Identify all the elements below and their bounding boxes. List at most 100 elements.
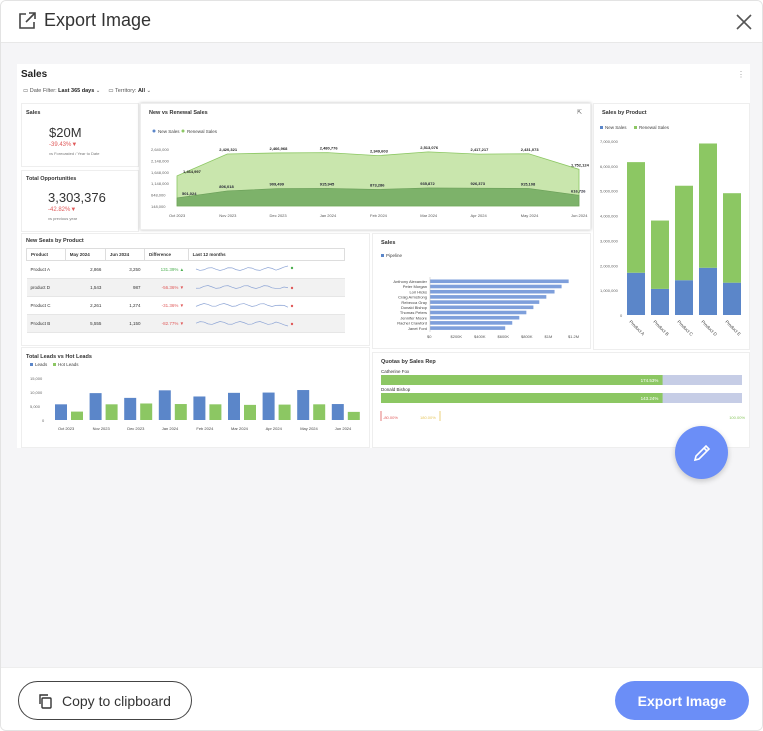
cell-product: Product A	[26, 260, 66, 279]
y-tick-label: 2,640,000	[151, 147, 170, 152]
sparkline	[195, 321, 294, 327]
cell-sparkline	[188, 296, 345, 315]
legend-swatch	[53, 363, 56, 366]
bar-leads	[124, 397, 137, 420]
data-label: 501,024	[182, 191, 197, 196]
kebab-icon: ⋮	[737, 70, 745, 79]
close-icon[interactable]	[734, 12, 754, 32]
sales-value: $20M	[49, 125, 82, 140]
x-tick-label: Jan 2024	[162, 426, 179, 431]
copy-to-clipboard-button[interactable]: Copy to clipboard	[18, 681, 192, 720]
table-row: product D 1,543 987 -56.36% ▼	[26, 278, 345, 297]
x-tick-label: Nov 2023	[93, 426, 111, 431]
legend-label: New Sales	[605, 125, 627, 130]
x-tick-label: Product E	[724, 319, 742, 337]
x-tick-label: Product C	[676, 319, 694, 337]
sparkline	[196, 285, 294, 290]
bar-hot-leads	[209, 404, 222, 420]
legend-label: Hot Leads	[58, 362, 79, 367]
x-tick-label: Jan 2024	[320, 213, 337, 218]
x-tick-label: Oct 2023	[58, 426, 75, 431]
x-tick-label: $1M	[545, 334, 553, 339]
opportunities-delta: -42.82%▼	[48, 207, 77, 213]
data-label: 2,513,076	[420, 145, 439, 150]
bar-leads	[193, 396, 206, 420]
cell-difference: 131.39% ▲	[144, 260, 189, 279]
x-tick-label: Dec 2023	[270, 213, 288, 218]
quota-pct: 174.53%	[641, 378, 659, 383]
cell-product: product D	[26, 278, 66, 297]
legend-label: New Sales	[158, 129, 180, 134]
legend-swatch	[181, 129, 185, 133]
sparkline-end	[290, 266, 294, 270]
table-row: Product B 5,555 1,150 -82.77% ▼	[26, 314, 345, 333]
data-label: 873,286	[370, 182, 385, 187]
filter-bar: ▭ Date Filter: Last 365 days ⌄ ▭ Territo…	[23, 88, 151, 94]
rep-bar	[430, 315, 520, 320]
dashboard-preview: Sales ⋮ ▭ Date Filter: Last 365 days ⌄ ▭…	[17, 64, 750, 448]
x-tick-label: Apr 2024	[471, 213, 488, 218]
cell-difference: -56.36% ▼	[144, 278, 189, 297]
sales-delta: -39.43%▼	[49, 142, 78, 148]
data-label: 616,726	[571, 188, 586, 193]
data-label: 915,945	[320, 181, 335, 186]
legend-label: Leads	[35, 362, 48, 367]
scale-label: 100.00%	[729, 415, 745, 420]
y-tick-label: 10,000	[30, 390, 43, 395]
rep-bar	[430, 305, 534, 310]
legend-swatch	[634, 126, 637, 129]
y-tick-label: 0	[42, 418, 45, 423]
export-image-dialog: Export Image Sales ⋮ ▭ Date Filter: Last…	[0, 0, 763, 731]
legend-swatch	[381, 254, 384, 257]
sales-by-product-chart: New Sales Renewal Sales 7,000,000 6,000,000…	[600, 125, 742, 337]
rep-bar	[430, 321, 513, 325]
x-tick-label: Product A	[628, 319, 645, 336]
y-tick-label: 3,000,000	[600, 238, 619, 243]
data-label: 909,499	[270, 182, 285, 187]
seats-table: Product May 2024 Jun 2024 Difference Las…	[26, 248, 346, 333]
panel-title: New Seats by Product	[26, 238, 84, 244]
sparkline-path	[195, 303, 289, 308]
x-tick-label: Mar 2024	[231, 426, 249, 431]
x-tick-label: Mar 2024	[420, 213, 438, 218]
edit-fab-button[interactable]	[675, 426, 728, 479]
export-image-button[interactable]: Export Image	[615, 681, 749, 720]
rep-bar	[430, 326, 506, 330]
scale-label: -80.00%	[383, 415, 398, 420]
data-label: 2,417,217	[471, 147, 490, 152]
y-tick-label: 4,000,000	[600, 214, 619, 219]
cell-may: 2,866	[65, 260, 106, 279]
dialog-title: Export Image	[44, 10, 152, 30]
rep-bar	[430, 289, 555, 294]
y-tick-label: 148,000	[151, 204, 166, 209]
col-product[interactable]: Product	[26, 248, 66, 261]
cell-jun: 3,250	[105, 260, 145, 279]
opportunities-sub: vs previous year	[48, 216, 78, 221]
cell-may: 5,555	[65, 314, 106, 333]
y-tick-label: 1,000,000	[600, 288, 619, 293]
sparkline	[195, 265, 294, 271]
y-tick-label: 648,000	[151, 193, 166, 198]
table-row: Product C 2,261 1,274 -31.36% ▼	[26, 296, 345, 315]
sales-reps-bar-chart: PipelineAnthony AlexanderPeter MorganLor…	[381, 253, 579, 339]
x-tick-label: $800K	[521, 334, 533, 339]
data-label: 806,018	[219, 184, 234, 189]
opportunities-value: 3,303,376	[48, 190, 106, 205]
legend-swatch	[152, 129, 156, 133]
cell-sparkline	[188, 260, 345, 279]
date-filter: ▭ Date Filter: Last 365 days ⌄	[23, 88, 101, 94]
sparkline	[195, 303, 294, 308]
leads-bar-chart: Leads Hot Leads 15,000 10,000 5,000 0 Oct 2023…	[30, 362, 360, 431]
y-tick-label: 2,148,000	[151, 158, 170, 163]
y-tick-label: 7,000,000	[600, 139, 619, 144]
col-may[interactable]: May 2024	[64, 248, 106, 261]
col-jun[interactable]: Jun 2024	[104, 248, 146, 261]
cell-jun: 987	[105, 278, 145, 297]
bar-hot-leads	[71, 411, 83, 420]
legend-label: Renewal Sales	[639, 125, 670, 130]
sales-sub: vs Forecasted / Year to Date	[49, 151, 100, 156]
cell-sparkline	[188, 314, 345, 333]
data-label: 2,480,776	[320, 146, 339, 151]
data-label: 2,431,073	[521, 147, 540, 152]
col-difference[interactable]: Difference	[144, 248, 189, 261]
